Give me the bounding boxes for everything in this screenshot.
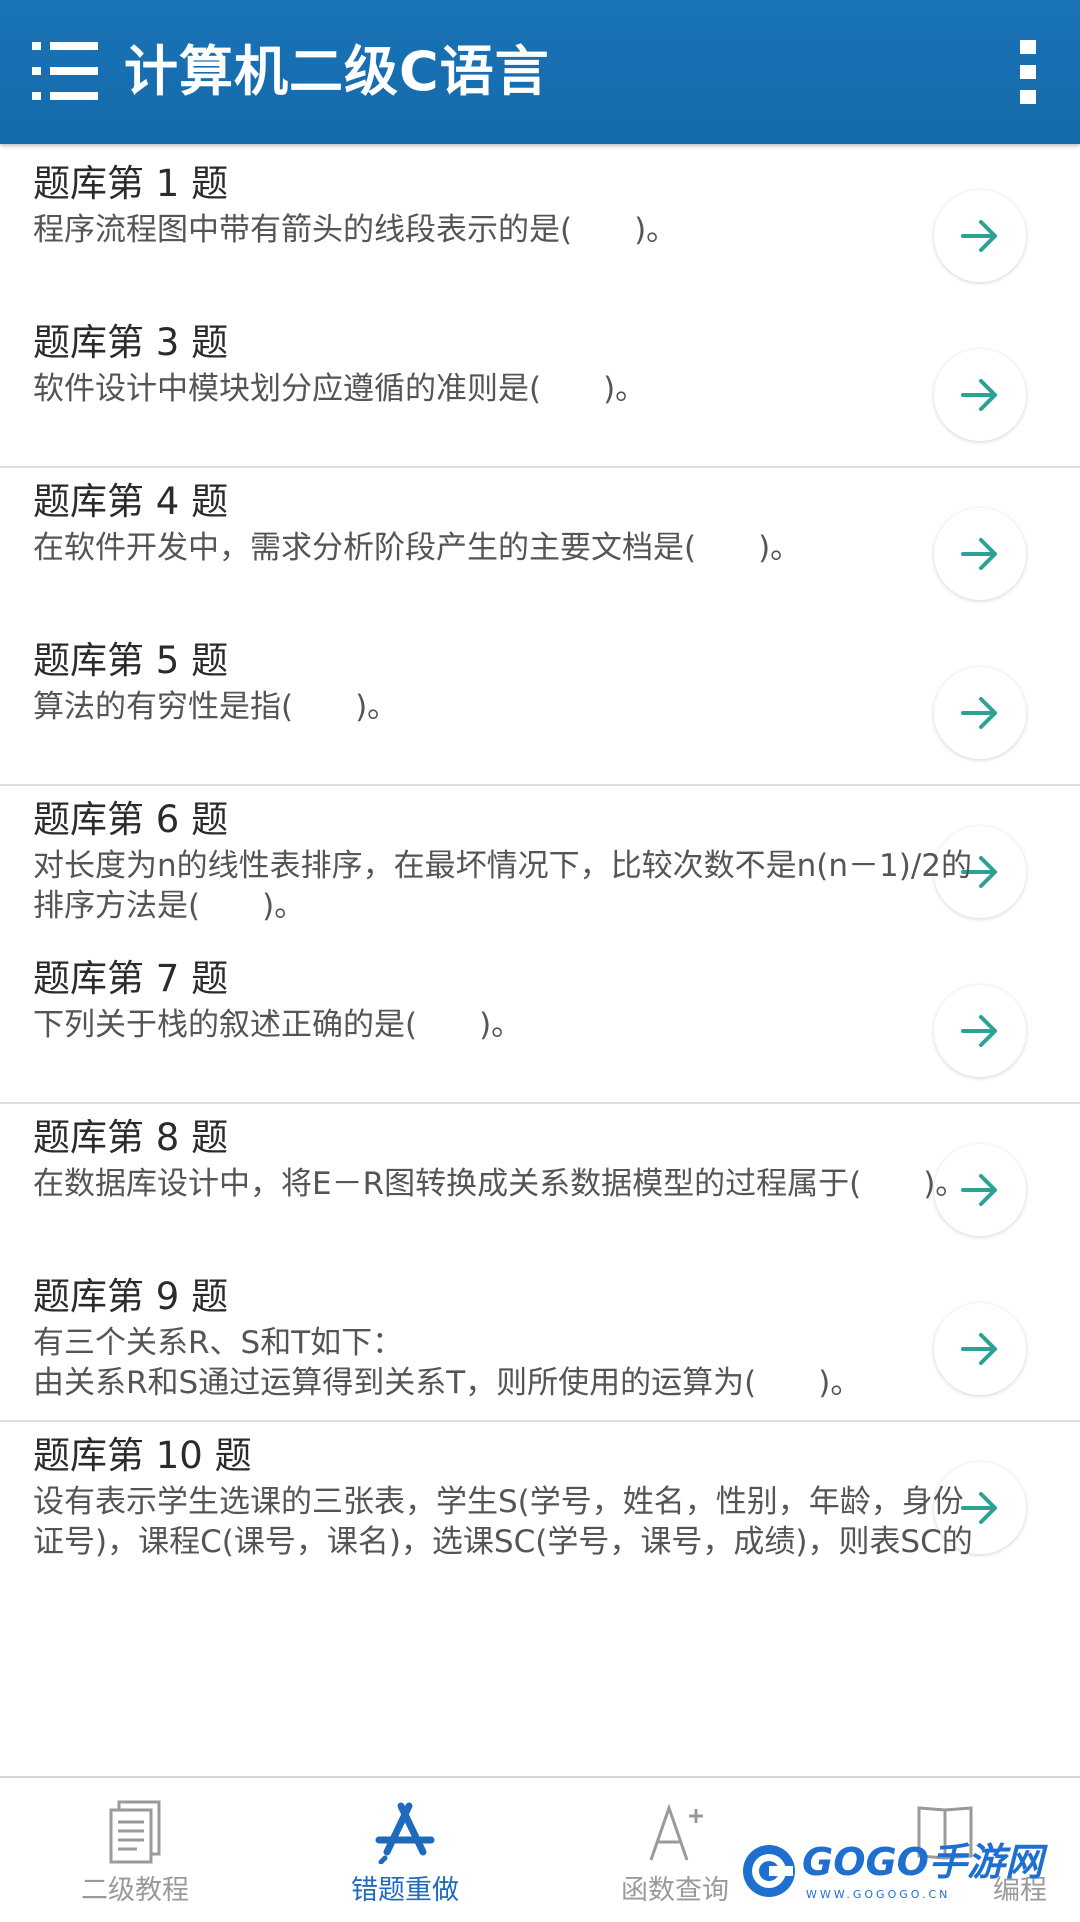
arrow-right-icon: [961, 220, 997, 252]
question-title: 题库第 7 题: [33, 957, 229, 1000]
question-item[interactable]: 题库第 1 题 程序流程图中带有箭头的线段表示的是( )。: [0, 144, 1080, 303]
font-plus-icon: [649, 1803, 703, 1861]
app-title: 计算机二级C语言: [124, 40, 550, 103]
arrow-right-icon: [961, 379, 997, 411]
question-list: 题库第 1 题 程序流程图中带有箭头的线段表示的是( )。 题库第 3 题 软件…: [0, 144, 1080, 1776]
more-vertical-icon[interactable]: [1016, 38, 1040, 106]
menu-icon[interactable]: [32, 40, 98, 102]
question-title: 题库第 6 题: [33, 798, 229, 841]
open-question-button[interactable]: [934, 190, 1026, 282]
watermark: GOGO手游网 WWW.GOGOGO.CN: [740, 1838, 1043, 1912]
watermark-url: WWW.GOGOGO.CN: [806, 1888, 951, 1901]
nav-label: 错题重做: [351, 1875, 459, 1906]
question-title: 题库第 1 题: [33, 162, 229, 205]
arrow-right-icon: [961, 1015, 997, 1047]
nav-label: 二级教程: [81, 1875, 189, 1906]
question-title: 题库第 3 题: [33, 321, 229, 364]
gogo-logo-icon: [743, 1845, 795, 1897]
question-item[interactable]: 题库第 7 题 下列关于栈的叙述正确的是( )。: [0, 939, 1080, 1098]
question-title: 题库第 4 题: [33, 480, 229, 523]
question-text: 在软件开发中，需求分析阶段产生的主要文档是( )。: [33, 530, 802, 566]
nav-tab-tutorial[interactable]: 二级教程: [0, 1778, 270, 1922]
question-title: 题库第 5 题: [33, 639, 229, 682]
question-text: 设有表示学生选课的三张表，学生S(学号，姓名，性别，年龄，身份 证号)，课程C(…: [33, 1484, 973, 1560]
open-question-button[interactable]: [934, 349, 1026, 441]
question-title: 题库第 9 题: [33, 1275, 229, 1318]
question-item[interactable]: 题库第 4 题 在软件开发中，需求分析阶段产生的主要文档是( )。: [0, 462, 1080, 621]
watermark-text: GOGO手游网: [802, 1840, 1043, 1884]
question-text: 算法的有穷性是指( )。: [33, 689, 399, 725]
question-title: 题库第 8 题: [33, 1116, 229, 1159]
question-text: 程序流程图中带有箭头的线段表示的是( )。: [33, 212, 678, 248]
question-item[interactable]: 题库第 5 题 算法的有穷性是指( )。: [0, 621, 1080, 780]
nav-tab-redo-mistakes[interactable]: 错题重做: [270, 1778, 540, 1922]
open-question-button[interactable]: [934, 985, 1026, 1077]
question-item[interactable]: 题库第 9 题 有三个关系R、S和T如下： 由关系R和S通过运算得到关系T，则所…: [0, 1257, 1080, 1416]
document-icon: [109, 1800, 161, 1864]
question-item[interactable]: 题库第 8 题 在数据库设计中，将E－R图转换成关系数据模型的过程属于( )。: [0, 1098, 1080, 1257]
question-item[interactable]: 题库第 3 题 软件设计中模块划分应遵循的准则是( )。: [0, 303, 1080, 462]
open-question-button[interactable]: [934, 508, 1026, 600]
question-text: 下列关于栈的叙述正确的是( )。: [33, 1007, 523, 1043]
app-store-icon: [375, 1802, 435, 1864]
arrow-right-icon: [961, 697, 997, 729]
question-text: 软件设计中模块划分应遵循的准则是( )。: [33, 371, 647, 407]
question-text: 对长度为n的线性表排序，在最坏情况下，比较次数不是n(n－1)/2的 排序方法是…: [33, 848, 973, 924]
question-text: 在数据库设计中，将E－R图转换成关系数据模型的过程属于( )。: [33, 1166, 967, 1202]
app-bar: 计算机二级C语言: [0, 0, 1080, 144]
question-text: 有三个关系R、S和T如下： 由关系R和S通过运算得到关系T，则所使用的运算为( …: [33, 1325, 862, 1401]
arrow-right-icon: [961, 538, 997, 570]
question-title: 题库第 10 题: [33, 1434, 252, 1477]
question-item[interactable]: 题库第 10 题 设有表示学生选课的三张表，学生S(学号，姓名，性别，年龄，身份…: [0, 1416, 1080, 1575]
open-question-button[interactable]: [934, 667, 1026, 759]
question-item[interactable]: 题库第 6 题 对长度为n的线性表排序，在最坏情况下，比较次数不是n(n－1)/…: [0, 780, 1080, 939]
